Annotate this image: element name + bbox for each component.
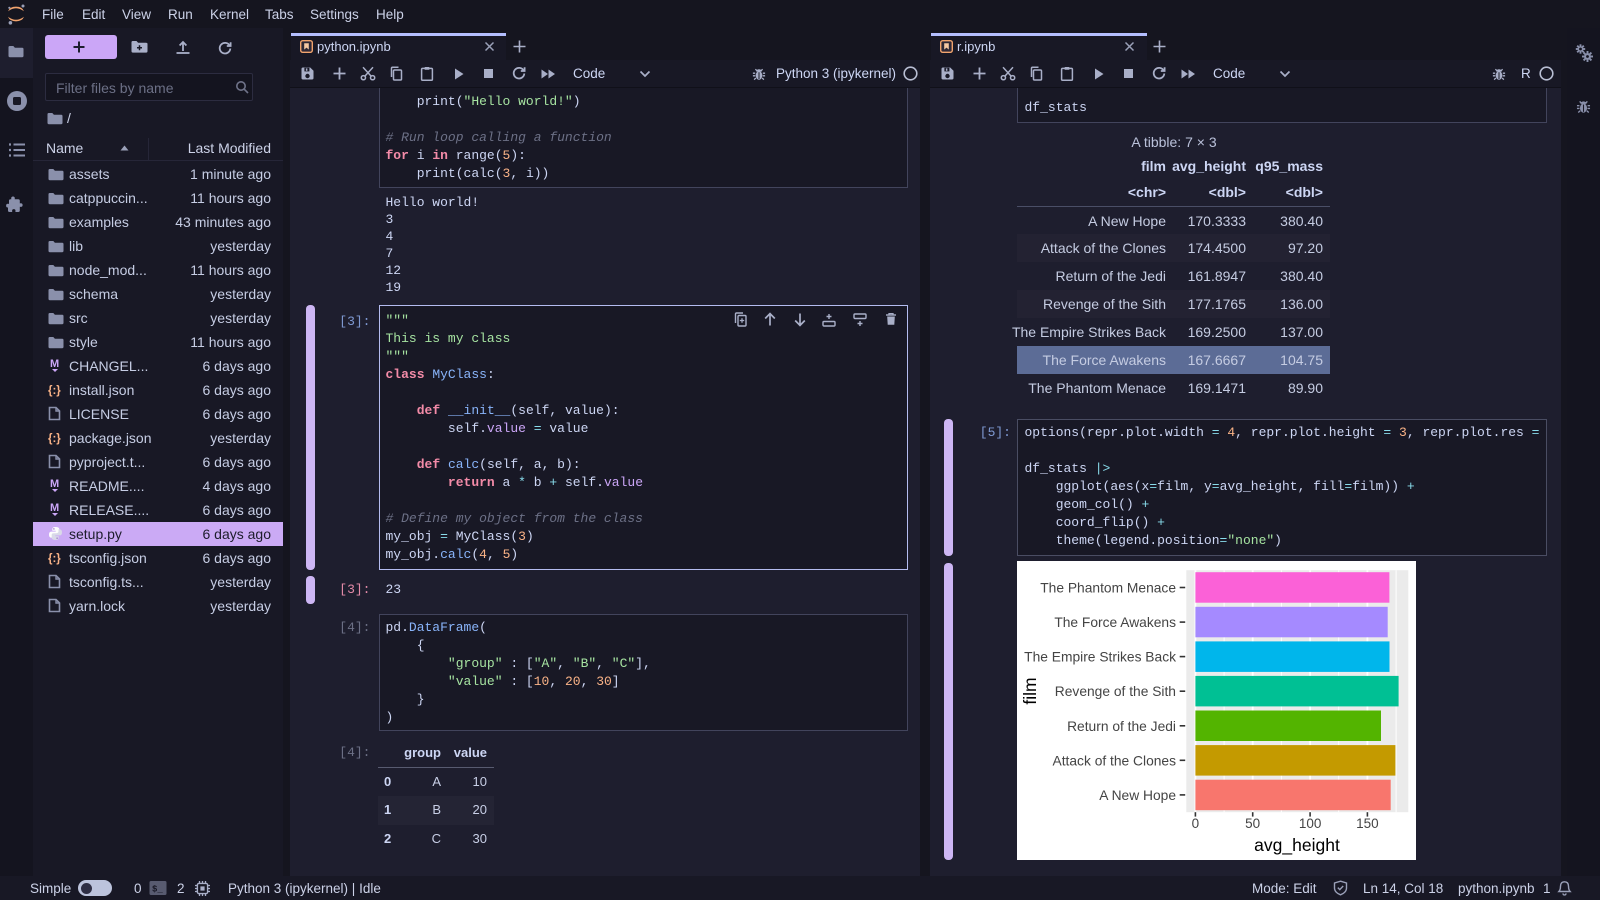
svg-text:M: M <box>50 478 59 490</box>
svg-text:A New Hope: A New Hope <box>1099 788 1176 803</box>
svg-text:avg_height: avg_height <box>1254 835 1340 856</box>
svg-text:{:}: {:} <box>48 433 61 445</box>
svg-text:Attack of the Clones: Attack of the Clones <box>1053 753 1177 768</box>
svg-text:The Empire Strikes Back: The Empire Strikes Back <box>1024 650 1176 665</box>
svg-text:M: M <box>50 358 59 370</box>
svg-text:Revenge of the Sith: Revenge of the Sith <box>1055 684 1176 699</box>
svg-text:The Force Awakens: The Force Awakens <box>1054 615 1176 630</box>
svg-text:The Phantom Menace: The Phantom Menace <box>1040 581 1176 596</box>
svg-text:film: film <box>1020 677 1040 704</box>
svg-text:$_: $_ <box>152 885 163 895</box>
svg-text:M: M <box>50 502 59 514</box>
svg-text:{:}: {:} <box>48 385 61 397</box>
svg-text:0: 0 <box>1192 816 1200 831</box>
svg-text:50: 50 <box>1245 816 1260 831</box>
svg-text:100: 100 <box>1299 816 1322 831</box>
svg-text:Return of the Jedi: Return of the Jedi <box>1067 719 1176 734</box>
svg-text:150: 150 <box>1356 816 1379 831</box>
svg-text:{:}: {:} <box>48 553 61 565</box>
